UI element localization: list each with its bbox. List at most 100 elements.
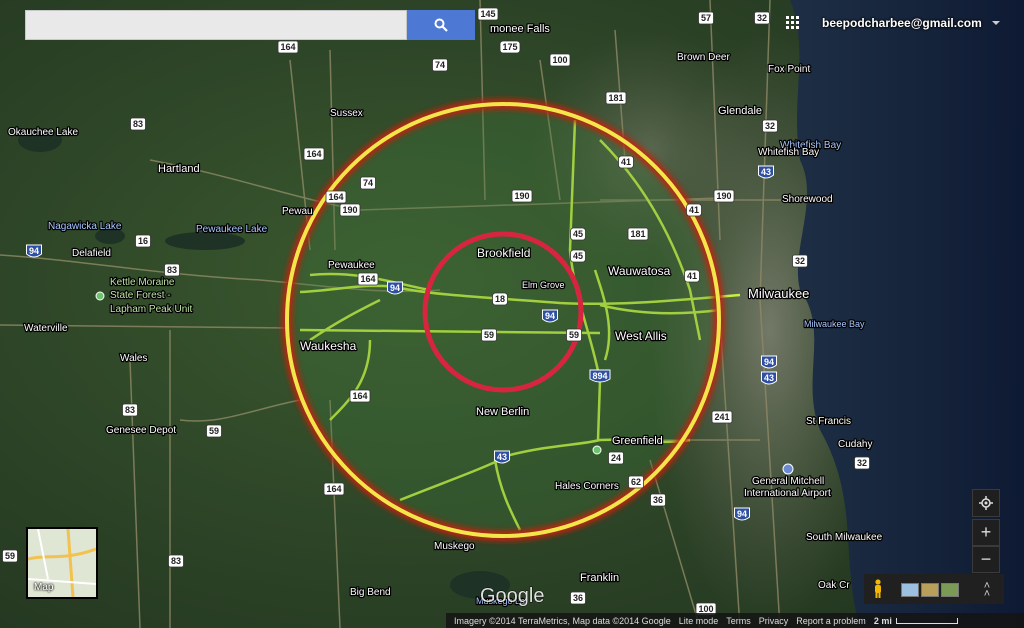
route-shield-label: 43	[764, 373, 774, 383]
route-shield-59: 59	[2, 549, 18, 563]
search-input[interactable]	[25, 10, 407, 40]
route-shield-label: 164	[280, 42, 295, 52]
route-shield-83: 83	[130, 117, 146, 131]
place-label-south-milwaukee: South Milwaukee	[806, 532, 883, 543]
report-problem-link[interactable]: Report a problem	[796, 616, 866, 626]
route-shield-181: 181	[605, 91, 627, 105]
route-shield-label: 100	[552, 55, 567, 65]
route-shield-label: 41	[687, 271, 697, 281]
route-shield-43: 43	[761, 371, 777, 385]
place-label-muskego: Muskego	[434, 541, 475, 552]
privacy-link[interactable]: Privacy	[759, 616, 789, 626]
place-label-whitefish-bay: Whitefish Bay	[758, 147, 819, 158]
place-label-west-allis: West Allis	[615, 329, 667, 343]
route-shield-94: 94	[734, 507, 750, 521]
imagery-tile-1[interactable]	[901, 583, 919, 597]
satellite-map[interactable]: 164 175 145 32 74 100 57 83 181 164 41 32 43 74 164 190…	[0, 0, 1024, 628]
place-label-glendale: Glendale	[718, 105, 762, 117]
route-shield-164: 164	[303, 147, 325, 161]
route-shield-label: 74	[435, 60, 445, 70]
route-shield-43: 43	[758, 165, 774, 179]
place-label-menomonee-falls: monee Falls	[490, 23, 550, 35]
place-label-genesee-depot: Genesee Depot	[106, 425, 176, 436]
route-shield-241: 241	[711, 410, 733, 424]
route-shield-164: 164	[277, 40, 299, 54]
place-label-waukesha: Waukesha	[300, 339, 357, 353]
place-label-fox-point: Fox Point	[768, 64, 810, 75]
place-label-brown-deer: Brown Deer	[677, 52, 730, 63]
park-icon-2	[592, 445, 602, 455]
route-shield-label: 32	[757, 13, 767, 23]
route-shield-label: 32	[765, 121, 775, 131]
place-label-hartland: Hartland	[158, 163, 200, 175]
route-shield-145: 145	[477, 7, 499, 21]
route-shield-32: 32	[762, 119, 778, 133]
place-label-oak-creek: Oak Cr	[818, 580, 850, 591]
imagery-tile-2[interactable]	[921, 583, 939, 597]
route-shield-label: 32	[857, 458, 867, 468]
route-shield-190: 190	[713, 189, 735, 203]
route-shield-label: 94	[737, 509, 747, 519]
route-shield-label: 59	[484, 330, 494, 340]
route-shield-label: 145	[480, 9, 495, 19]
place-label-greenfield: Greenfield	[612, 435, 663, 447]
pegman-icon[interactable]	[872, 579, 884, 599]
zoom-in-button[interactable]: +	[972, 519, 1000, 546]
route-shield-164: 164	[357, 272, 379, 286]
route-shield-94: 94	[542, 309, 558, 323]
place-label-st-francis: St Francis	[806, 416, 851, 427]
route-shield-label: 41	[689, 205, 699, 215]
route-shield-label: 241	[714, 412, 729, 422]
terms-link[interactable]: Terms	[726, 616, 751, 626]
apps-grid-icon[interactable]	[786, 16, 800, 30]
zoom-out-button[interactable]: −	[972, 546, 1000, 573]
search-button[interactable]	[407, 10, 475, 40]
place-label-pewaukee-town: Pewau	[282, 206, 313, 217]
thumbnail-label: Map	[34, 582, 54, 593]
route-shield-43: 43	[494, 450, 510, 464]
route-shield-164: 164	[323, 482, 345, 496]
route-shield-41: 41	[618, 155, 634, 169]
place-label-wales: Wales	[120, 353, 147, 364]
route-shield-label: 59	[569, 330, 579, 340]
imagery-tile-3[interactable]	[941, 583, 959, 597]
route-shield-36: 36	[570, 591, 586, 605]
place-label-hales-corners: Hales Corners	[555, 481, 619, 492]
place-label-milwaukee-bay: Milwaukee Bay	[804, 319, 865, 329]
place-label-nagawicka-lake: Nagawicka Lake	[48, 221, 122, 232]
place-label-franklin: Franklin	[580, 572, 619, 584]
route-shield-label: 94	[764, 357, 774, 367]
route-shield-label: 36	[653, 495, 663, 505]
locate-button[interactable]	[972, 489, 1000, 517]
place-label-general-mitchell: General Mitchell	[752, 476, 824, 487]
route-shield-label: 83	[171, 556, 181, 566]
account-email[interactable]: beepodcharbee@gmail.com	[822, 16, 982, 30]
place-label-cudahy: Cudahy	[838, 439, 872, 450]
place-label-wauwatosa: Wauwatosa	[608, 264, 671, 278]
route-shield-label: 83	[133, 119, 143, 129]
route-shield-74: 74	[432, 58, 448, 72]
map-type-thumbnail[interactable]: Map	[26, 527, 98, 599]
attribution-text: Imagery ©2014 TerraMetrics, Map data ©20…	[454, 615, 671, 626]
route-shield-94: 94	[761, 355, 777, 369]
place-label-big-bend: Big Bend	[350, 587, 391, 598]
route-shield-74: 74	[360, 176, 376, 190]
route-shield-label: 36	[573, 593, 583, 603]
route-shield-59: 59	[206, 424, 222, 438]
route-shield-62: 62	[628, 475, 644, 489]
route-shield-32: 32	[754, 11, 770, 25]
route-shield-label: 24	[611, 453, 621, 463]
route-shield-label: 83	[125, 405, 135, 415]
chevron-up-icon[interactable]: ˄ ˄	[982, 581, 992, 600]
account-menu-caret-icon[interactable]	[992, 21, 1000, 25]
route-shield-41: 41	[686, 203, 702, 217]
route-shield-label: 175	[502, 42, 517, 52]
park-icon	[95, 291, 105, 301]
route-shield-label: 164	[352, 391, 367, 401]
lite-mode-link[interactable]: Lite mode	[679, 616, 719, 626]
search-icon	[434, 18, 448, 32]
route-shield-83: 83	[164, 263, 180, 277]
imagery-tiles[interactable]	[901, 583, 959, 597]
route-shield-36: 36	[650, 493, 666, 507]
route-shield-label: 94	[29, 246, 39, 256]
